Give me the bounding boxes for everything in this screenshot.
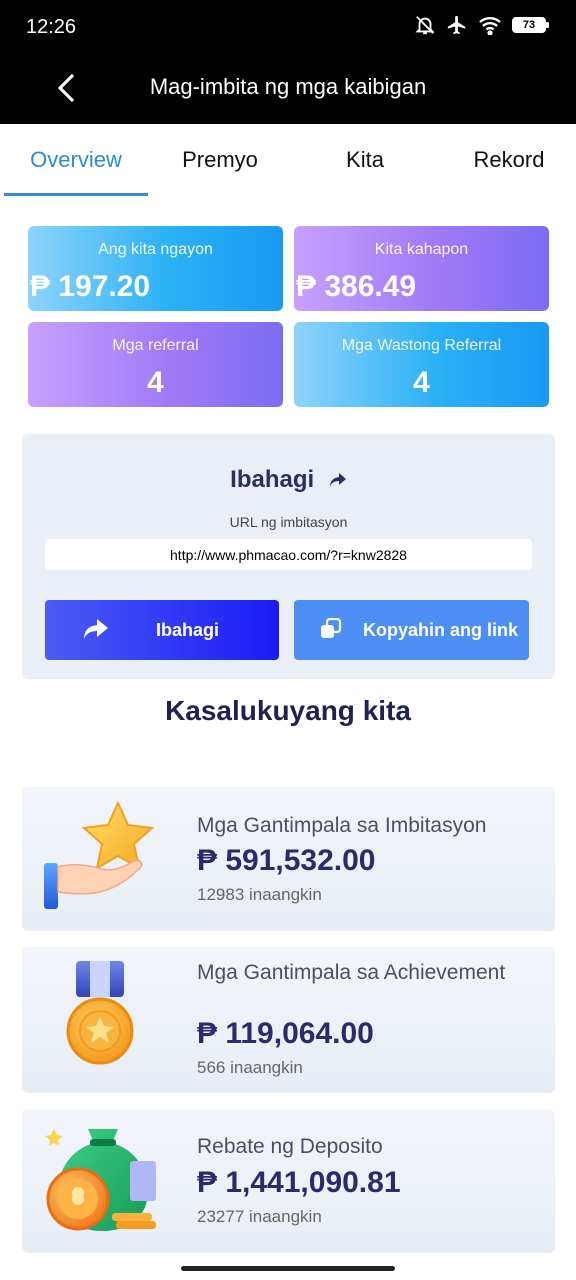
reward-card-deposit-rebate[interactable]: Rebate ng Deposito ₱ 1,441,090.81 23277 … [22, 1109, 555, 1253]
stat-card-yesterday: Kita kahapon ₱ 386.49 [294, 226, 549, 311]
tab-rekord[interactable]: Rekord [437, 124, 576, 196]
share-button-label: Ibahagi [156, 619, 220, 640]
stat-value-referrals: 4 [147, 366, 164, 399]
invite-url-label: URL ng imbitasyon [229, 514, 348, 530]
reward-card-achievement[interactable]: Mga Gantimpala sa Achievement ₱ 119,064.… [22, 947, 555, 1093]
reward-amount-achievement: ₱ 119,064.00 [197, 1017, 374, 1050]
status-icons: 73 [414, 14, 549, 36]
share-heading: Ibahagi [22, 466, 555, 495]
reward-title-deposit-rebate: Rebate ng Deposito [197, 1135, 383, 1158]
tab-bar: Overview Premyo Kita Rekord [0, 124, 576, 196]
stat-value-yesterday: ₱ 386.49 [296, 270, 417, 303]
home-indicator[interactable] [181, 1266, 395, 1271]
reward-count-deposit-rebate: 23277 inaangkin [197, 1207, 322, 1226]
share-icon [83, 618, 109, 645]
copy-link-label: Kopyahin ang link [363, 619, 519, 640]
wifi-icon [478, 15, 502, 35]
copy-icon [320, 617, 342, 645]
stat-card-valid-referrals: Mga Wastong Referral 4 [294, 322, 549, 407]
reward-count-achievement: 566 inaangkin [197, 1058, 303, 1077]
airplane-icon [446, 14, 468, 36]
stat-label-referrals: Mga referral [112, 337, 199, 354]
stat-card-referrals: Mga referral 4 [28, 322, 283, 407]
reward-amount-invitation: ₱ 591,532.00 [197, 844, 376, 877]
status-bar: 12:26 73 [0, 0, 576, 56]
battery-icon: 73 [512, 17, 549, 33]
copy-link-button[interactable]: Kopyahin ang link [294, 600, 529, 660]
stat-label-valid-referrals: Mga Wastong Referral [341, 337, 502, 354]
reward-title-achievement: Mga Gantimpala sa Achievement [197, 961, 506, 984]
tab-overview[interactable]: Overview [4, 124, 148, 196]
hand-star-icon [40, 800, 160, 916]
share-button[interactable]: Ibahagi [45, 600, 279, 660]
earnings-heading: Kasalukuyang kita [165, 695, 411, 726]
money-bag-icon [44, 1121, 160, 1242]
reward-amount-deposit-rebate: ₱ 1,441,090.81 [197, 1166, 401, 1199]
page-title: Mag-imbita ng mga kaibigan [149, 74, 427, 99]
app-bar: Mag-imbita ng mga kaibigan [0, 56, 576, 124]
stat-card-today: Ang kita ngayon ₱ 197.20 [28, 226, 283, 311]
stat-value-today: ₱ 197.20 [30, 270, 151, 303]
medal-icon [58, 959, 142, 1076]
reward-card-invitation[interactable]: Mga Gantimpala sa Imbitasyon ₱ 591,532.0… [22, 787, 555, 931]
tab-premyo[interactable]: Premyo [148, 124, 292, 196]
invite-url-field[interactable] [45, 539, 532, 570]
bell-muted-icon [414, 14, 436, 36]
stat-label-today: Ang kita ngayon [98, 241, 213, 258]
status-time: 12:26 [26, 16, 77, 38]
reward-title-invitation: Mga Gantimpala sa Imbitasyon [197, 814, 487, 837]
tab-kita[interactable]: Kita [293, 124, 437, 196]
share-panel: Ibahagi URL ng imbitasyon Ibahagi Kopyah… [22, 434, 555, 679]
reward-count-invitation: 12983 inaangkin [197, 885, 322, 904]
stat-label-yesterday: Kita kahapon [374, 241, 469, 258]
active-tab-indicator [4, 193, 148, 196]
share-arrow-icon [329, 467, 347, 495]
share-heading-text: Ibahagi [230, 466, 315, 493]
stat-value-valid-referrals: 4 [413, 366, 430, 399]
